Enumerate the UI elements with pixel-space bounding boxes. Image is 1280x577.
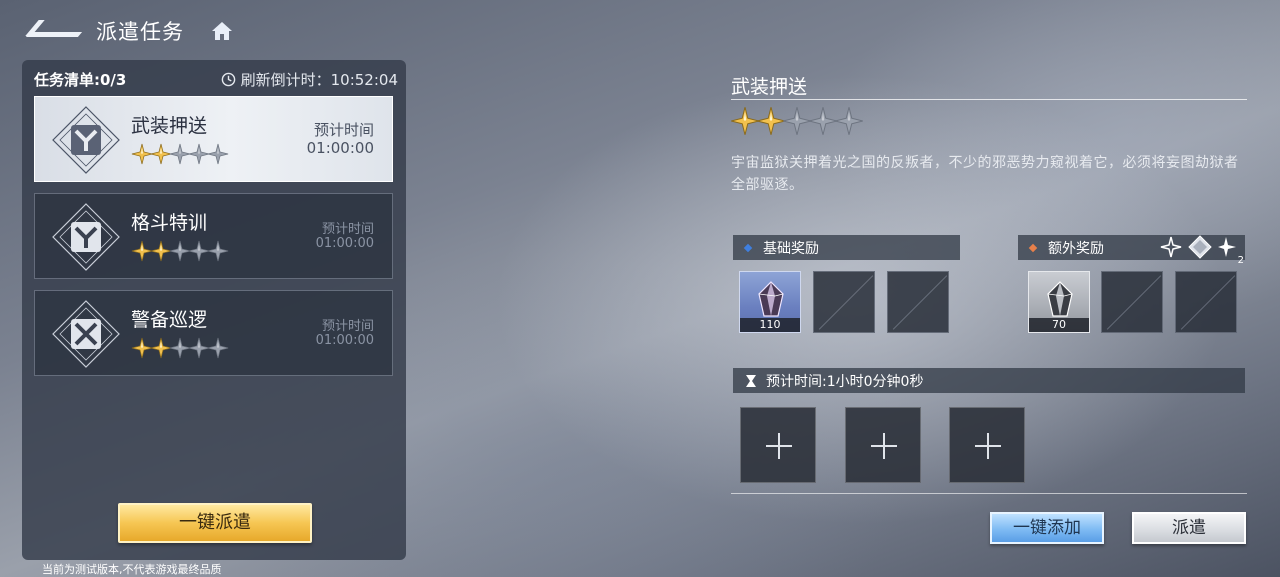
task-time-value: 01:00:00 — [315, 333, 374, 348]
star-empty-icon — [207, 143, 229, 165]
page-title: 派遣任务 — [96, 20, 184, 44]
task-name: 武装押送 — [131, 115, 208, 137]
star-empty-icon — [207, 240, 229, 262]
add-member-slot[interactable] — [949, 407, 1025, 483]
add-all-button[interactable]: 一键添加 — [990, 512, 1104, 544]
task-time-label: 预计时间 — [321, 222, 374, 237]
basic-reward-diamond-icon — [743, 243, 753, 252]
task-time-label: 预计时间 — [313, 121, 374, 139]
task-card[interactable]: 警备巡逻 预计时间 01:00:00 — [34, 290, 393, 376]
empty-reward-slot — [1175, 271, 1237, 333]
basic-reward-header: 基础奖励 — [733, 235, 960, 260]
task-card[interactable]: 武装押送 预计时间 01:00:00 — [34, 96, 393, 182]
clock-icon — [221, 72, 235, 86]
basic-reward-item[interactable]: 110 — [739, 271, 801, 333]
star-empty-icon — [207, 337, 229, 359]
basic-reward-qty: 110 — [740, 318, 800, 332]
home-icon[interactable] — [210, 19, 234, 43]
extra-reward-label: 额外奖励 — [1048, 240, 1104, 257]
header: 派遣任务 — [22, 12, 234, 50]
shield-emblem-icon — [52, 203, 120, 271]
task-name: 格斗特训 — [131, 212, 208, 234]
extra-reward-diamond-icon — [1028, 243, 1038, 252]
test-version-disclaimer: 当前为测试版本,不代表游戏最终品质 — [42, 563, 222, 576]
empty-reward-slot — [887, 271, 949, 333]
task-list-count: 任务清单:0/3 — [34, 70, 127, 89]
empty-reward-slot — [1101, 271, 1163, 333]
detail-title: 武装押送 — [731, 76, 808, 98]
task-star-rating — [131, 143, 229, 165]
condition-count-badge: 2 — [1237, 255, 1244, 266]
estimated-time-header: 预计时间:1小时0分钟0秒 — [733, 368, 1245, 393]
detail-star-rating — [730, 106, 863, 136]
extra-reward-item[interactable]: 70 — [1028, 271, 1090, 333]
refresh-countdown-text: 刷新倒计时：10:52:04 — [240, 70, 398, 89]
task-list-header: 任务清单:0/3 刷新倒计时：10:52:04 — [34, 69, 398, 89]
extra-reward-conditions: 2 — [1160, 235, 1244, 266]
task-star-rating — [131, 337, 229, 359]
task-name: 警备巡逻 — [131, 309, 208, 331]
bottom-divider — [731, 493, 1247, 494]
task-card[interactable]: 格斗特训 预计时间 01:00:00 — [34, 193, 393, 279]
task-star-rating — [131, 240, 229, 262]
empty-reward-slot — [813, 271, 875, 333]
refresh-countdown: 刷新倒计时：10:52:04 — [221, 69, 398, 90]
sparkle-icon[interactable] — [1160, 236, 1182, 262]
detail-divider — [731, 99, 1247, 100]
estimated-time-text: 预计时间:1小时0分钟0秒 — [766, 373, 924, 390]
basic-reward-label: 基础奖励 — [763, 240, 819, 257]
crossed-emblem-icon — [52, 300, 120, 368]
dispatch-all-button[interactable]: 一键派遣 — [118, 503, 312, 543]
task-list-panel: 任务清单:0/3 刷新倒计时：10:52:04 武装押送 预计时间 01:00:00… — [22, 60, 406, 560]
back-arrow-bar — [25, 32, 83, 37]
gem-icon[interactable] — [1188, 235, 1212, 263]
back-button[interactable] — [22, 14, 84, 48]
task-time-value: 01:00:00 — [315, 236, 374, 251]
star-empty-icon — [835, 107, 863, 135]
shield-emblem-icon — [52, 106, 120, 174]
detail-description: 宇宙监狱关押着光之国的反叛者，不少的邪恶势力窥视着它，必须将妄图劫狱者全部驱逐。 — [731, 155, 1239, 193]
crystal-icon — [758, 281, 784, 317]
add-member-slot[interactable] — [845, 407, 921, 483]
task-time-value: 01:00:00 — [306, 139, 374, 157]
star-sparkle-icon[interactable]: 2 — [1218, 236, 1244, 266]
extra-reward-qty: 70 — [1029, 318, 1089, 332]
task-time-label: 预计时间 — [321, 319, 374, 334]
hourglass-icon — [746, 374, 756, 387]
crystal-icon — [1047, 281, 1073, 317]
dispatch-button[interactable]: 派遣 — [1132, 512, 1246, 544]
add-member-slot[interactable] — [740, 407, 816, 483]
